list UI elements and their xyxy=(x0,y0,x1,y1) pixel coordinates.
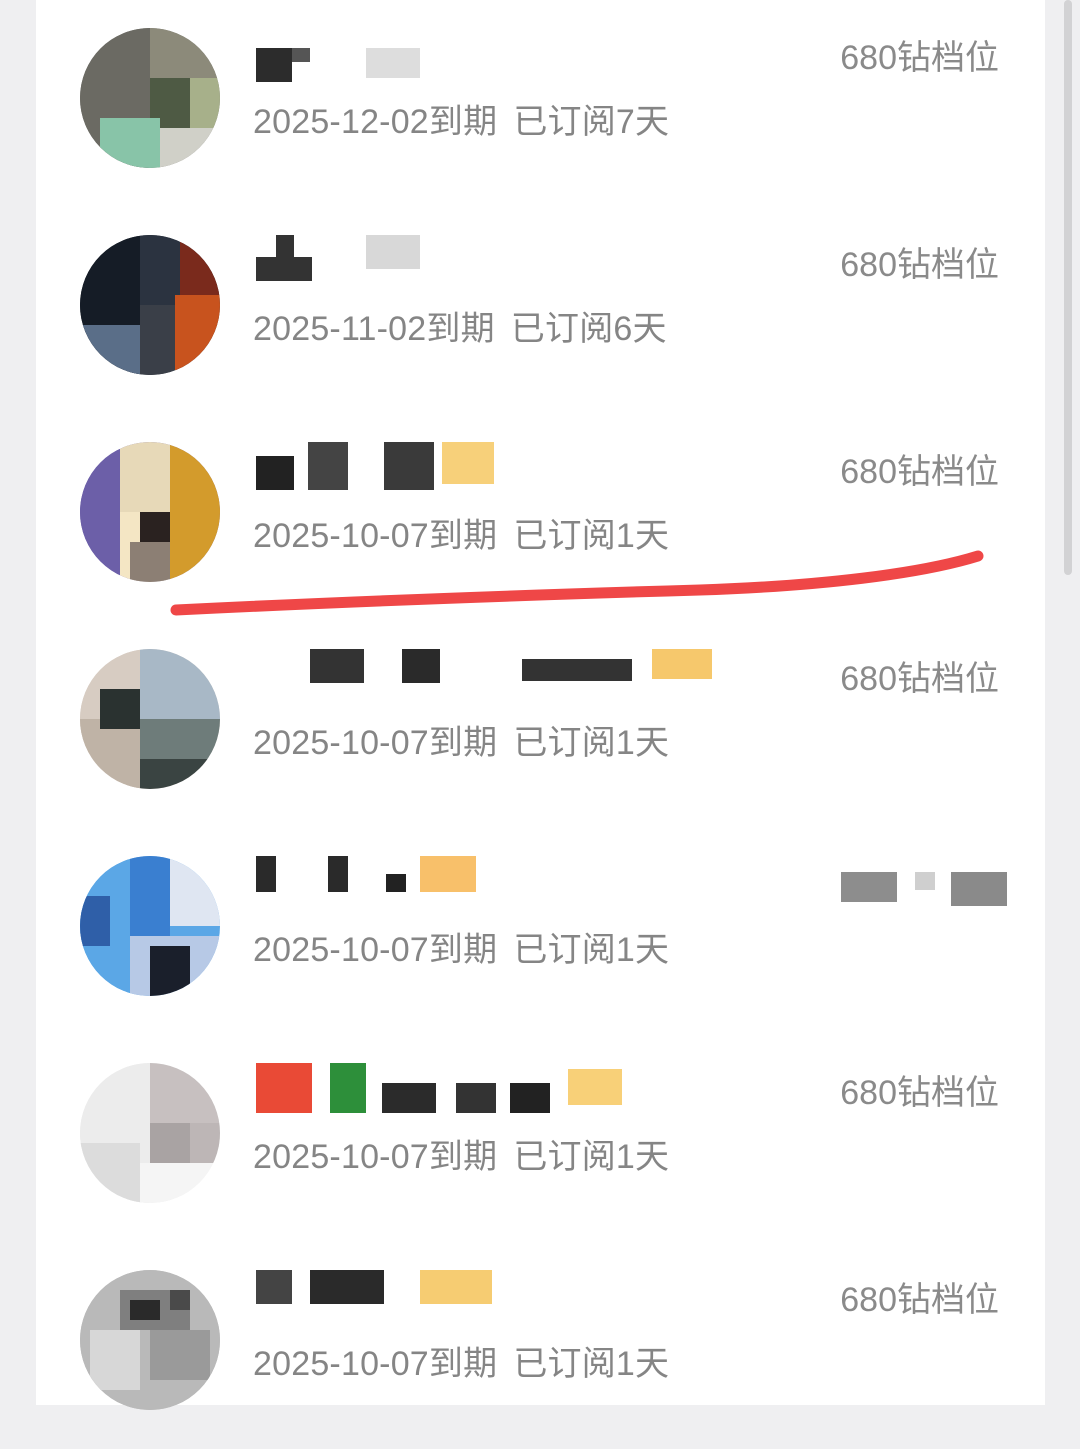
red-annotation-line xyxy=(170,550,984,616)
red-underline-stroke xyxy=(170,550,984,616)
